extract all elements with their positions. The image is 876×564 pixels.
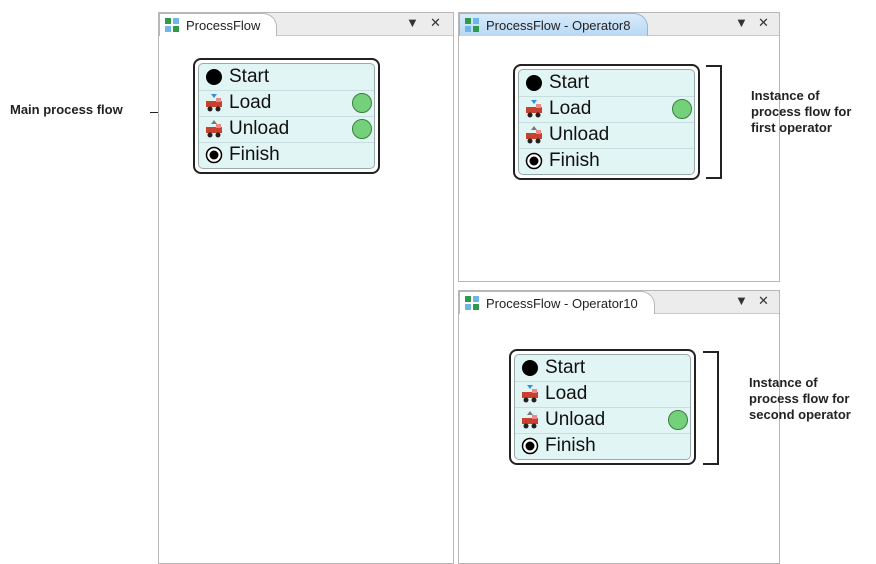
tab-label: ProcessFlow - Operator8 bbox=[486, 17, 631, 33]
flow-step-unload[interactable]: Unload bbox=[199, 116, 374, 143]
token-indicator[interactable] bbox=[352, 119, 372, 139]
process-flow-icon bbox=[464, 295, 480, 311]
flow-step-finish[interactable]: Finish bbox=[515, 433, 690, 459]
step-label: Load bbox=[549, 98, 592, 119]
flow-block-operator8[interactable]: Start Load Unload Finish bbox=[513, 64, 700, 180]
step-label: Start bbox=[549, 72, 590, 93]
process-flow-icon bbox=[164, 17, 180, 33]
flow-block-body: Start Load Unload Finish bbox=[198, 63, 375, 169]
tab-operator8[interactable]: ProcessFlow - Operator8 bbox=[459, 13, 648, 36]
target-circle-icon bbox=[521, 437, 539, 455]
step-label: Unload bbox=[549, 124, 610, 145]
panel-close-button[interactable]: ✕ bbox=[758, 15, 769, 31]
annotation-main-process-flow: Main process flow bbox=[10, 102, 123, 117]
annotation-first-operator: Instance of process flow for first opera… bbox=[751, 88, 852, 135]
step-label: Finish bbox=[545, 435, 596, 456]
panel-close-button[interactable]: ✕ bbox=[758, 293, 769, 309]
panel-header: ProcessFlow - Operator8 ▼ ✕ bbox=[459, 13, 779, 36]
black-circle-icon bbox=[205, 68, 223, 86]
tab-label: ProcessFlow bbox=[186, 17, 261, 33]
flow-block-operator10[interactable]: Start Load Unload Finish bbox=[509, 349, 696, 465]
flow-block-main[interactable]: Start Load Unload Finish bbox=[193, 58, 380, 174]
panel-menu-button[interactable]: ▼ bbox=[406, 15, 419, 31]
flow-block-body: Start Load Unload Finish bbox=[518, 69, 695, 175]
flow-step-start[interactable]: Start bbox=[199, 64, 374, 91]
flow-block-body: Start Load Unload Finish bbox=[514, 354, 691, 460]
flow-step-start[interactable]: Start bbox=[519, 70, 694, 97]
load-truck-icon bbox=[205, 94, 223, 112]
panel-close-button[interactable]: ✕ bbox=[430, 15, 441, 31]
token-indicator[interactable] bbox=[668, 410, 688, 430]
flow-step-unload[interactable]: Unload bbox=[519, 122, 694, 149]
panel-header: ProcessFlow ▼ ✕ bbox=[159, 13, 453, 36]
right-bracket bbox=[703, 351, 719, 465]
step-label: Load bbox=[229, 92, 272, 113]
flow-step-load[interactable]: Load bbox=[199, 90, 374, 117]
tab-label: ProcessFlow - Operator10 bbox=[486, 295, 638, 311]
panel-menu-button[interactable]: ▼ bbox=[735, 15, 748, 31]
tab-processflow[interactable]: ProcessFlow bbox=[159, 13, 278, 36]
target-circle-icon bbox=[525, 152, 543, 170]
flow-step-load[interactable]: Load bbox=[515, 381, 690, 408]
flow-step-start[interactable]: Start bbox=[515, 355, 690, 382]
flow-step-load[interactable]: Load bbox=[519, 96, 694, 123]
token-indicator[interactable] bbox=[672, 99, 692, 119]
target-circle-icon bbox=[205, 146, 223, 164]
unload-truck-icon bbox=[525, 126, 543, 144]
step-label: Start bbox=[229, 66, 270, 87]
panel-menu-button[interactable]: ▼ bbox=[735, 293, 748, 309]
token-indicator[interactable] bbox=[352, 93, 372, 113]
black-circle-icon bbox=[521, 359, 539, 377]
tab-operator10[interactable]: ProcessFlow - Operator10 bbox=[459, 291, 655, 314]
step-label: Load bbox=[545, 383, 588, 404]
unload-truck-icon bbox=[205, 120, 223, 138]
step-label: Finish bbox=[229, 144, 280, 165]
load-truck-icon bbox=[525, 100, 543, 118]
annotation-second-operator: Instance of process flow for second oper… bbox=[749, 375, 851, 422]
load-truck-icon bbox=[521, 385, 539, 403]
right-bracket bbox=[706, 65, 722, 179]
step-label: Unload bbox=[545, 409, 606, 430]
unload-truck-icon bbox=[521, 411, 539, 429]
step-label: Finish bbox=[549, 150, 600, 171]
step-label: Start bbox=[545, 357, 586, 378]
flow-step-finish[interactable]: Finish bbox=[519, 148, 694, 174]
panel-header: ProcessFlow - Operator10 ▼ ✕ bbox=[459, 291, 779, 314]
flow-step-unload[interactable]: Unload bbox=[515, 407, 690, 434]
process-flow-icon bbox=[464, 17, 480, 33]
flow-step-finish[interactable]: Finish bbox=[199, 142, 374, 168]
step-label: Unload bbox=[229, 118, 290, 139]
black-circle-icon bbox=[525, 74, 543, 92]
